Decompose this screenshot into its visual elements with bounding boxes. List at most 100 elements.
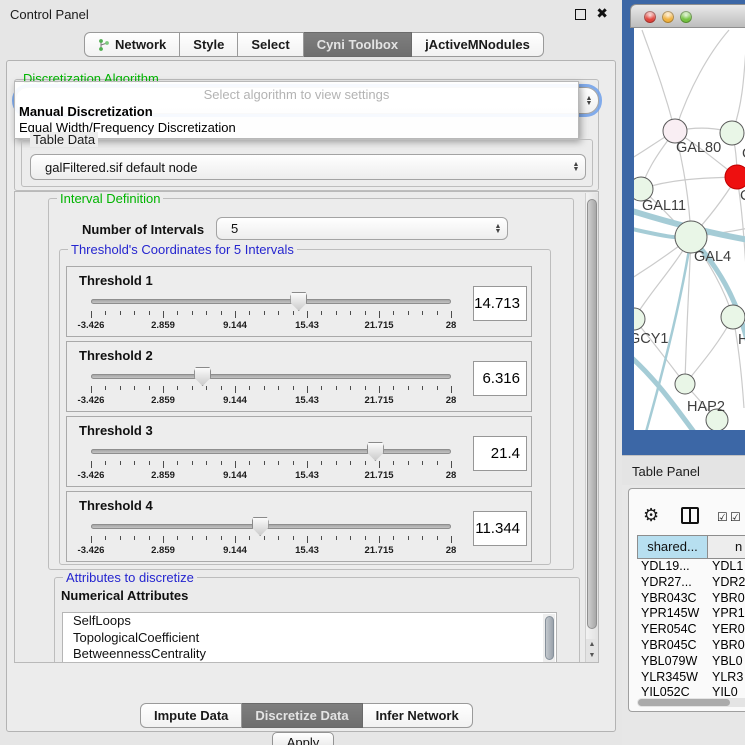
slider-thumb[interactable] xyxy=(194,367,211,386)
network-node-hap2[interactable] xyxy=(675,374,695,394)
slider-track[interactable] xyxy=(91,524,451,529)
numerical-attributes-list[interactable]: SelfLoopsTopologicalCoefficientBetweenne… xyxy=(62,612,557,663)
tick-mark xyxy=(336,311,337,315)
threshold-coordinates-title: Threshold's Coordinates for 5 Intervals xyxy=(68,242,297,257)
tab-jactivemnodules[interactable]: jActiveMNodules xyxy=(412,32,544,57)
tick-mark xyxy=(437,461,438,465)
attributes-scrollbar[interactable] xyxy=(543,614,555,663)
tick-mark xyxy=(163,461,164,468)
tick-mark xyxy=(120,311,121,315)
table-row[interactable]: YLR345WYLR3 xyxy=(637,670,745,686)
tick-mark xyxy=(149,536,150,540)
threshold-value-field[interactable]: 11.344 xyxy=(473,511,527,546)
checkbox-icon[interactable]: ☑ xyxy=(730,510,741,524)
network-graph: GAL80GCGAL11GAL4GCY1HHAP2 xyxy=(634,28,745,430)
slider-track[interactable] xyxy=(91,299,451,304)
tab-cyni-toolbox[interactable]: Cyni Toolbox xyxy=(304,32,412,57)
threshold-value-field[interactable]: 14.713 xyxy=(473,286,527,321)
control-panel-window: Control Panel ✖ NetworkStyleSelectCyni T… xyxy=(0,0,622,745)
table-row[interactable]: YDR27...YDR2 xyxy=(637,575,745,591)
tick-mark xyxy=(134,386,135,390)
number-of-intervals-combo[interactable]: 5 ▲▼ xyxy=(216,217,508,240)
network-view-window: GAL80GCGAL11GAL4GCY1HHAP2 xyxy=(622,0,745,455)
column-header-n[interactable]: n xyxy=(708,535,745,559)
attribute-item[interactable]: SelfLoops xyxy=(63,613,556,630)
slider-thumb[interactable] xyxy=(367,442,384,461)
tick-mark xyxy=(249,386,250,390)
menu-item-manual-discretization[interactable]: Manual Discretization xyxy=(19,104,153,119)
tick-label: 2.859 xyxy=(151,395,175,406)
checkbox-icon[interactable]: ☑ xyxy=(717,510,728,524)
tick-mark xyxy=(408,461,409,465)
apply-button[interactable]: Apply xyxy=(272,732,334,745)
attribute-item[interactable]: TopologicalCoefficient xyxy=(63,630,556,647)
tab-infer-network[interactable]: Infer Network xyxy=(363,703,473,728)
tick-mark xyxy=(379,386,380,393)
threshold-value-field[interactable]: 6.316 xyxy=(473,361,527,396)
scrollbar-thumb[interactable] xyxy=(587,199,597,629)
tick-mark xyxy=(105,461,106,465)
cell-shared-name: YPR145W xyxy=(637,606,708,622)
tick-mark xyxy=(321,311,322,315)
tick-mark xyxy=(235,536,236,543)
horizontal-scrollbar[interactable] xyxy=(637,698,745,707)
algorithm-dropdown-popup: Select algorithm to view settings Manual… xyxy=(14,81,579,139)
tick-mark xyxy=(408,386,409,390)
tick-label: 15.43 xyxy=(295,395,319,406)
tab-select[interactable]: Select xyxy=(238,32,303,57)
network-node-g[interactable] xyxy=(720,121,744,145)
tick-mark xyxy=(365,461,366,465)
tick-mark xyxy=(91,386,92,393)
network-node-c[interactable] xyxy=(725,165,745,189)
table-row[interactable]: YBR045CYBR0 xyxy=(637,638,745,654)
minimize-traffic-light[interactable] xyxy=(662,11,674,23)
tick-mark xyxy=(307,386,308,393)
table-row[interactable]: YDL19...YDL1 xyxy=(637,559,745,575)
network-canvas[interactable]: GAL80GCGAL11GAL4GCY1HHAP2 xyxy=(634,28,745,430)
tab-style[interactable]: Style xyxy=(180,32,238,57)
table-data-combo[interactable]: galFiltered.sif default node ▲▼ xyxy=(30,154,586,180)
tab-discretize-data[interactable]: Discretize Data xyxy=(242,703,362,728)
slider-thumb[interactable] xyxy=(252,517,269,536)
cell-shared-name: YDR27... xyxy=(637,575,708,591)
table-header-row: shared...n xyxy=(637,535,745,559)
table-row[interactable]: YER054CYER0 xyxy=(637,622,745,638)
network-node-h[interactable] xyxy=(721,305,745,329)
column-header-shared[interactable]: shared... xyxy=(637,535,708,559)
node-label-h: H xyxy=(738,332,745,348)
table-body: YDL19...YDL1YDR27...YDR2YBR043CYBR0YPR14… xyxy=(637,559,745,701)
tick-mark xyxy=(134,461,135,465)
gear-icon[interactable]: ⚙ xyxy=(643,505,659,526)
network-node-gcy1[interactable] xyxy=(634,308,645,330)
tick-mark xyxy=(437,386,438,390)
table-row[interactable]: YPR145WYPR1 xyxy=(637,606,745,622)
cell-shared-name: YBR045C xyxy=(637,638,708,654)
cell-shared-name: YBL079W xyxy=(637,654,708,670)
table-row[interactable]: YBR043CYBR0 xyxy=(637,591,745,607)
close-icon[interactable]: ✖ xyxy=(596,5,608,22)
table-row[interactable]: YBL079WYBL0 xyxy=(637,654,745,670)
scrollbar-thumb[interactable] xyxy=(638,699,730,706)
attribute-item[interactable]: BetweennessCentrality xyxy=(63,646,556,663)
tick-mark xyxy=(350,461,351,465)
columns-icon[interactable] xyxy=(681,507,699,524)
tab-impute-data[interactable]: Impute Data xyxy=(140,703,242,728)
scrollbar-buttons[interactable]: ▲▼ xyxy=(585,639,598,663)
float-window-icon[interactable] xyxy=(575,9,586,20)
tab-network[interactable]: Network xyxy=(84,32,180,57)
tick-mark xyxy=(336,386,337,390)
tick-mark xyxy=(221,311,222,315)
tick-mark xyxy=(307,311,308,318)
threshold-value-field[interactable]: 21.4 xyxy=(473,436,527,471)
tick-mark xyxy=(350,311,351,315)
slider-thumb[interactable] xyxy=(290,292,307,311)
vertical-scrollbar[interactable] xyxy=(585,193,598,639)
slider-track[interactable] xyxy=(91,374,451,379)
slider-track[interactable] xyxy=(91,449,451,454)
tick-mark xyxy=(192,311,193,315)
node-label-gal11: GAL11 xyxy=(642,198,686,214)
numerical-attributes-label: Numerical Attributes xyxy=(61,588,188,603)
number-of-intervals-label: Number of Intervals xyxy=(82,222,204,237)
zoom-traffic-light[interactable] xyxy=(680,11,692,23)
close-traffic-light[interactable] xyxy=(644,11,656,23)
